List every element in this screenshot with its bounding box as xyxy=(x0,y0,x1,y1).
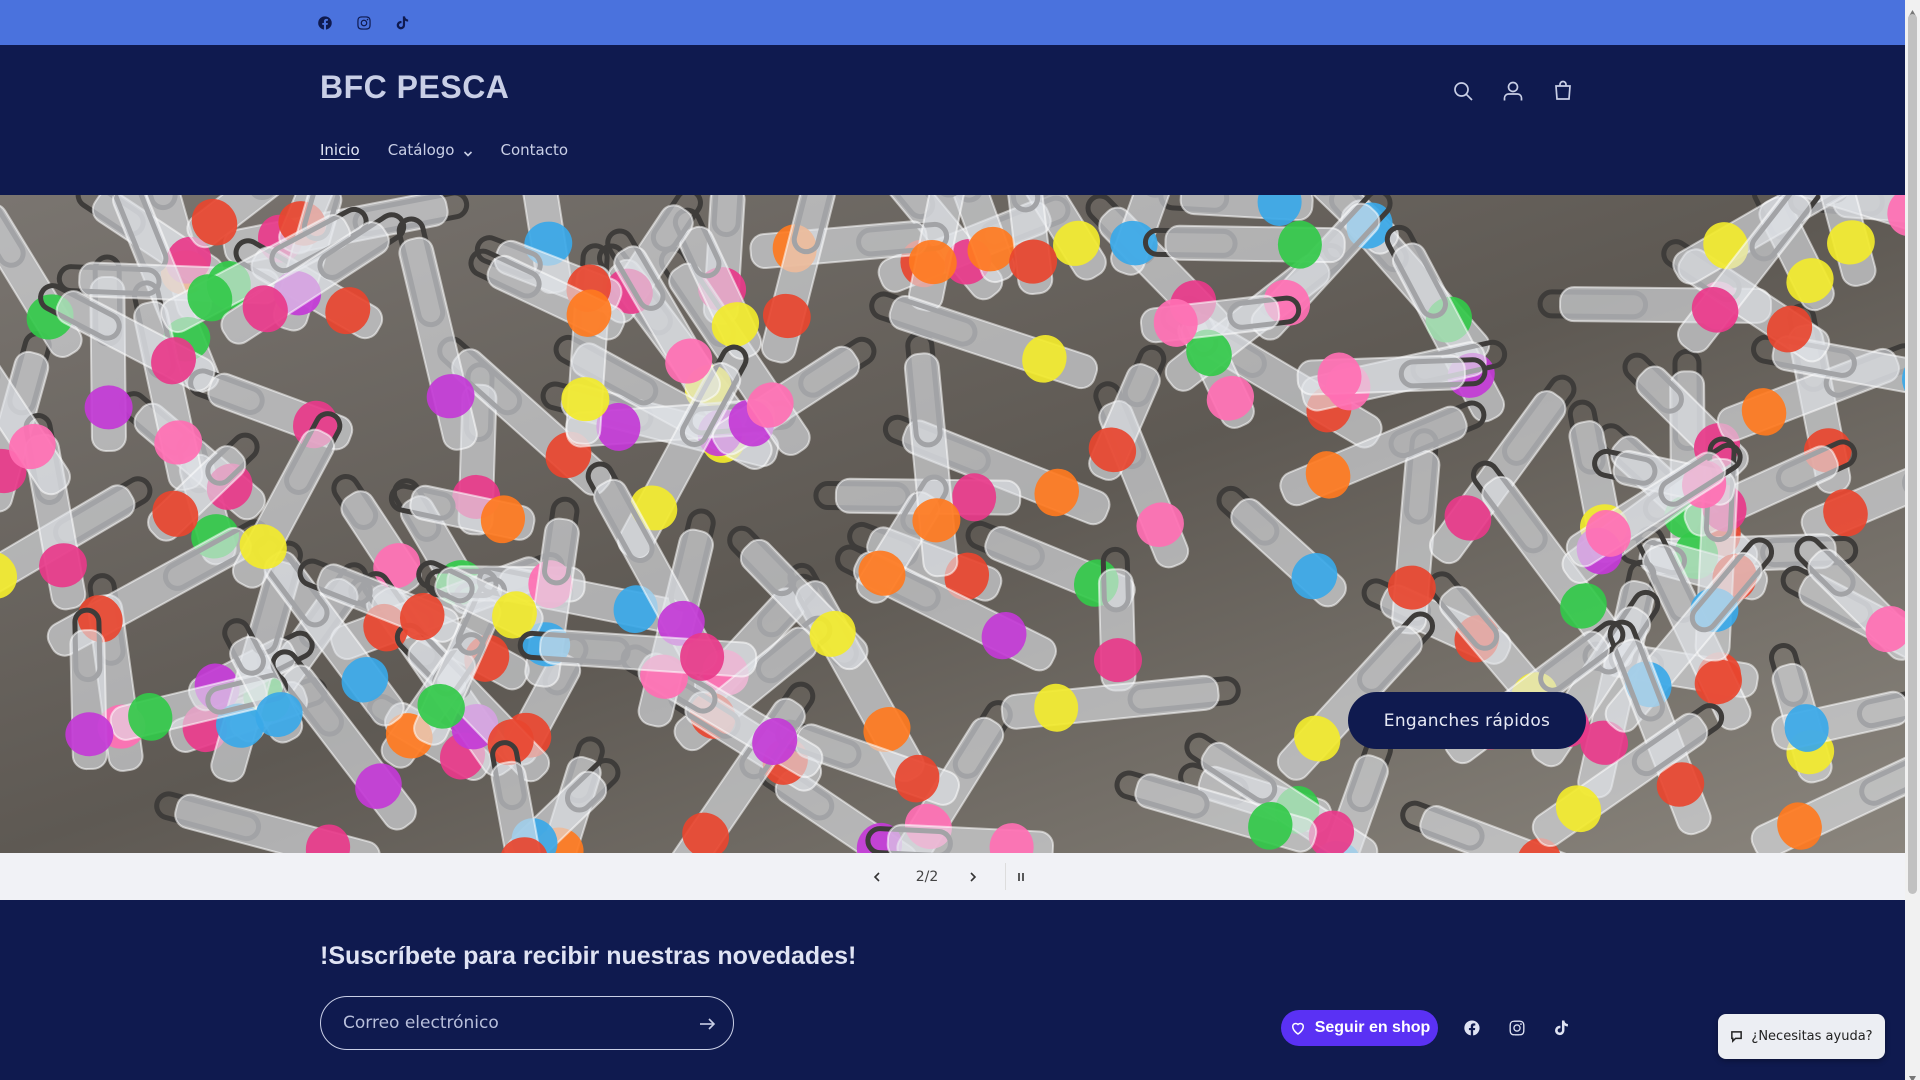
shop-follow-label: Seguir en shop xyxy=(1314,1019,1431,1036)
enganches-rapidos-button[interactable]: Enganches rápidos xyxy=(1348,692,1586,749)
scrollbar-thumb[interactable] xyxy=(1908,14,1917,894)
scrollbar[interactable] xyxy=(1905,0,1920,1080)
scroll-up-arrow-icon[interactable] xyxy=(1908,2,1917,16)
help-chip-label: ¿Necesitas ayuda? xyxy=(1751,1029,1873,1044)
hero-image xyxy=(0,195,1905,853)
facebook-icon[interactable] xyxy=(1460,1016,1484,1040)
hero-slideshow: Enganches rápidos xyxy=(0,195,1905,853)
help-chat-button[interactable]: ¿Necesitas ayuda? xyxy=(1718,1014,1885,1059)
announcement-bar xyxy=(0,0,1905,45)
footer: !Suscríbete para recibir nuestras noveda… xyxy=(0,900,1905,1080)
chat-icon xyxy=(1731,1031,1743,1043)
email-input[interactable] xyxy=(343,1010,673,1036)
nav-item-inicio[interactable]: Inicio xyxy=(320,141,360,159)
scroll-down-arrow-icon[interactable] xyxy=(1908,1068,1917,1080)
slideshow-controls: 2/2 xyxy=(0,853,1905,900)
account-icon[interactable] xyxy=(1495,73,1531,109)
site-logo[interactable]: BFC PESCA xyxy=(320,69,509,106)
shop-follow-button[interactable]: Seguir en shop xyxy=(1281,1010,1438,1046)
slide-counter: 2/2 xyxy=(915,868,939,885)
site-header: BFC PESCA Inicio Catálogo Contacto xyxy=(0,45,1905,195)
arrow-right-icon[interactable] xyxy=(695,1012,719,1036)
main-nav: Inicio Catálogo Contacto xyxy=(320,141,596,159)
facebook-icon[interactable] xyxy=(314,12,336,34)
nav-item-contacto[interactable]: Contacto xyxy=(501,141,569,159)
chevron-right-icon[interactable] xyxy=(961,863,985,890)
chevron-down-icon xyxy=(463,145,473,157)
tiktok-icon[interactable] xyxy=(1549,1016,1573,1040)
cart-icon[interactable] xyxy=(1545,73,1581,109)
nav-item-catalogo[interactable]: Catálogo xyxy=(388,141,473,159)
instagram-icon[interactable] xyxy=(353,12,375,34)
tiktok-icon[interactable] xyxy=(391,12,413,34)
newsletter-title: !Suscríbete para recibir nuestras noveda… xyxy=(320,942,857,970)
heart-icon xyxy=(1291,1022,1304,1035)
instagram-icon[interactable] xyxy=(1505,1016,1529,1040)
email-field xyxy=(320,996,734,1050)
nav-item-label: Catálogo xyxy=(387,141,455,159)
chevron-left-icon[interactable] xyxy=(865,863,889,890)
pause-icon[interactable] xyxy=(1005,863,1035,890)
search-icon[interactable] xyxy=(1445,73,1481,109)
